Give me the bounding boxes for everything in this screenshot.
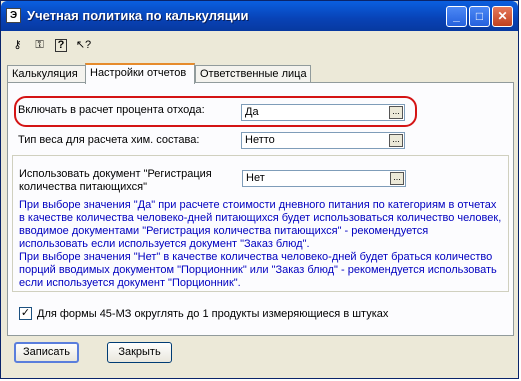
registration-group: Использовать документ "Регистрация колич… xyxy=(12,155,509,292)
window-title: Учетная политика по калькуляции xyxy=(27,8,249,23)
info-line: порций вводимых документом "Порционник" … xyxy=(19,264,497,276)
tab-responsible-persons[interactable]: Ответственные лица xyxy=(195,65,311,82)
minimize-button[interactable]: _ xyxy=(446,6,467,27)
open-lock-icon[interactable]: ⚷ xyxy=(9,37,26,54)
weight-type-field[interactable]: Нетто ... xyxy=(241,132,405,149)
app-icon[interactable]: Э xyxy=(6,8,21,23)
close-window-button[interactable]: ✕ xyxy=(492,6,513,27)
registration-label-line1: Использовать документ "Регистрация xyxy=(19,168,212,180)
close-button[interactable]: Закрыть xyxy=(107,342,172,363)
info-line: если используется документ "Порционник". xyxy=(19,277,241,289)
info-line: вводимое документами "Регистрация количе… xyxy=(19,225,429,237)
info-line: использовать если используется документ … xyxy=(19,238,310,250)
waste-percent-select-button[interactable]: ... xyxy=(389,106,403,119)
save-button[interactable]: Записать xyxy=(14,342,79,363)
whats-this-icon[interactable]: ↖? xyxy=(75,37,92,54)
registration-doc-field[interactable]: Нет ... xyxy=(242,170,406,187)
registration-doc-select-button[interactable]: ... xyxy=(390,172,404,185)
maximize-button[interactable]: □ xyxy=(469,6,490,27)
weight-type-value: Нетто xyxy=(245,134,275,146)
waste-percent-value: Да xyxy=(245,106,259,118)
info-line: При выборе значения "Нет" в качестве кол… xyxy=(19,251,493,263)
round-checkbox-label[interactable]: Для формы 45-МЗ округлять до 1 продукты … xyxy=(37,308,388,320)
info-line: в качестве количества человеко-дней пита… xyxy=(19,212,502,224)
waste-percent-label: Включать в расчет процента отхода: xyxy=(18,104,205,116)
weight-type-label: Тип веса для расчета хим. состава: xyxy=(18,134,200,146)
tab-report-settings[interactable]: Настройки отчетов xyxy=(85,63,195,84)
lock-icon[interactable]: ⚿ xyxy=(31,37,48,54)
registration-doc-value: Нет xyxy=(246,172,265,184)
waste-percent-field[interactable]: Да ... xyxy=(241,104,405,121)
round-checkbox[interactable]: ✓ xyxy=(19,307,32,320)
dialog-window: Э Учетная политика по калькуляции _ □ ✕ … xyxy=(0,0,519,379)
tab-panel: Включать в расчет процента отхода: Да ..… xyxy=(7,82,514,336)
info-line: При выборе значения "Да" при расчете сто… xyxy=(19,199,497,211)
weight-type-select-button[interactable]: ... xyxy=(389,134,403,147)
registration-label-line2: количества питающихся" xyxy=(19,181,147,193)
title-bar[interactable]: Э Учетная политика по калькуляции _ □ ✕ xyxy=(1,1,518,31)
help-icon[interactable]: ? xyxy=(55,39,67,52)
tab-calculation[interactable]: Калькуляция xyxy=(7,65,86,82)
